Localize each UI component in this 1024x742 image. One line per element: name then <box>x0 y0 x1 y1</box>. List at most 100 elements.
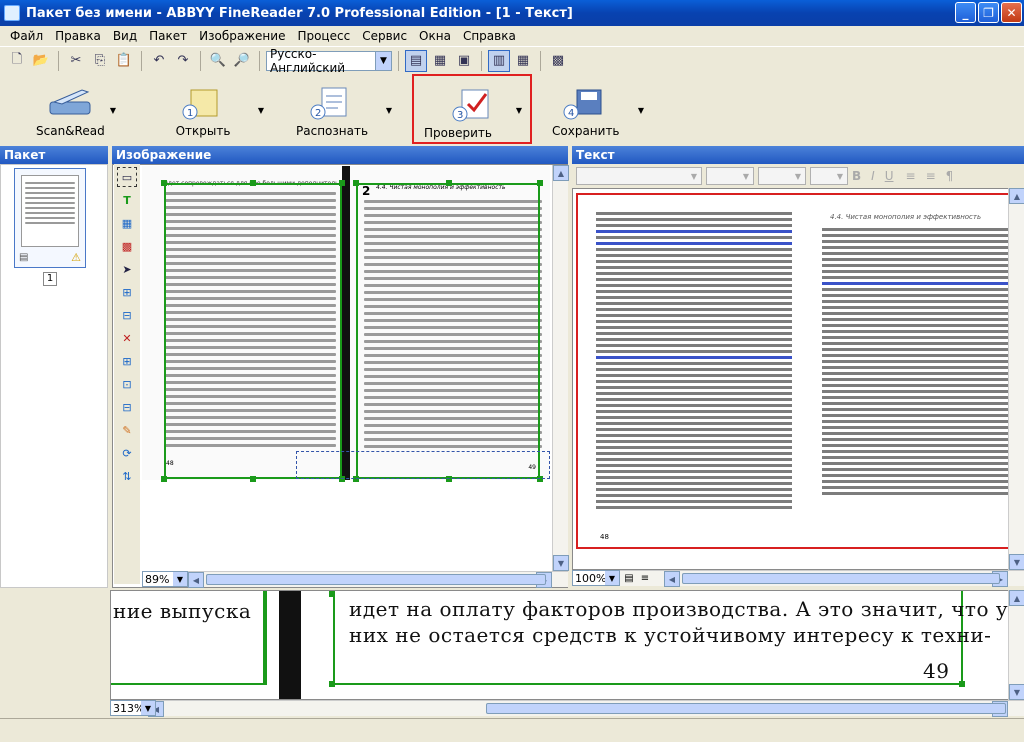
zoom-book-spine <box>279 591 301 699</box>
text-view-icon[interactable]: ≡ <box>638 570 652 586</box>
eraser-icon[interactable]: ✎ <box>117 420 137 440</box>
text-page-frame: 4.4. Чистая монополия и эффективность 48 <box>576 193 1018 549</box>
text-left-column[interactable] <box>596 209 792 512</box>
zoom-view-zoom-select[interactable]: 313% ▼ <box>110 700 156 716</box>
zoom-view-frame[interactable] <box>296 451 550 479</box>
open-folder-icon[interactable]: 📂 <box>30 50 52 72</box>
align-icon[interactable]: ≡ <box>906 169 916 183</box>
scan-read-button[interactable]: Scan&Read ▼ <box>36 78 116 144</box>
add-cells-icon[interactable]: ⊞ <box>117 351 137 371</box>
order-icon[interactable]: ⇅ <box>117 466 137 486</box>
menu-help[interactable]: Справка <box>457 29 522 43</box>
chevron-down-icon[interactable]: ▼ <box>386 106 392 115</box>
menu-process[interactable]: Процесс <box>291 29 356 43</box>
scroll-thumb[interactable] <box>486 703 1006 714</box>
menu-bar: Файл Правка Вид Пакет Изображение Процес… <box>0 26 1024 46</box>
maximize-button[interactable]: ❐ <box>978 2 999 23</box>
undo-icon[interactable]: ↶ <box>148 50 170 72</box>
menu-image[interactable]: Изображение <box>193 29 291 43</box>
text-zoom-select[interactable]: 100% ▼ <box>572 570 620 586</box>
scroll-down-icon[interactable]: ▼ <box>1009 684 1024 700</box>
table-area-icon[interactable]: ▦ <box>117 213 137 233</box>
style-select[interactable]: ▼ <box>576 167 702 185</box>
scroll-left-icon[interactable]: ◀ <box>188 572 204 588</box>
merge-cells-icon[interactable]: ⊡ <box>117 374 137 394</box>
select-area-icon[interactable]: ▭ <box>117 167 137 187</box>
scroll-up-icon[interactable]: ▲ <box>1009 590 1024 606</box>
open-button[interactable]: 1 Открыть ▼ <box>172 78 264 144</box>
delete-area-icon[interactable]: ✕ <box>117 328 137 348</box>
text-right-column[interactable] <box>822 225 1008 498</box>
scroll-up-icon[interactable]: ▲ <box>1009 188 1024 204</box>
scroll-down-icon[interactable]: ▼ <box>553 555 569 571</box>
new-icon[interactable]: 🗋 <box>6 50 28 72</box>
view-text-icon[interactable]: ▣ <box>453 50 475 72</box>
batch-pane-header: Пакет <box>0 146 108 164</box>
image-pane-header: Изображение <box>112 146 568 164</box>
check-button[interactable]: 3 Проверить ▼ <box>412 74 532 144</box>
page-layout-icon[interactable]: ▥ <box>488 49 510 72</box>
chevron-down-icon[interactable]: ▼ <box>258 106 264 115</box>
image-horizontal-scrollbar[interactable]: ◀ ▶ <box>142 571 568 588</box>
close-button[interactable]: ✕ <box>1001 2 1022 23</box>
menu-edit[interactable]: Правка <box>49 29 107 43</box>
align-center-icon[interactable]: ≡ <box>926 169 936 183</box>
language-select[interactable]: Русско-Английский ▼ <box>266 47 392 75</box>
zoom-horizontal-scrollbar[interactable]: ◀ ▶ <box>110 700 1024 717</box>
page-view-icon[interactable]: ▤ <box>622 570 636 586</box>
add-area-icon[interactable]: ⊞ <box>117 282 137 302</box>
table-icon[interactable]: ▦ <box>512 50 534 72</box>
minimize-button[interactable]: _ <box>955 2 976 23</box>
italic-icon[interactable]: I <box>871 169 875 183</box>
zoom-vertical-scrollbar[interactable]: ▲ ▼ <box>1008 590 1024 700</box>
picture-area-icon[interactable]: ▩ <box>117 236 137 256</box>
menu-view[interactable]: Вид <box>107 29 143 43</box>
chevron-down-icon: ▼ <box>141 701 155 715</box>
size-select[interactable]: ▼ <box>810 167 848 185</box>
rotate-icon[interactable]: ⟳ <box>117 443 137 463</box>
image-zoom-select[interactable]: 89% ▼ <box>142 571 188 587</box>
chevron-down-icon[interactable]: ▼ <box>110 106 116 115</box>
menu-windows[interactable]: Окна <box>413 29 457 43</box>
menu-tools[interactable]: Сервис <box>356 29 413 43</box>
options-icon[interactable]: ▩ <box>547 50 569 72</box>
cut-icon[interactable]: ✂ <box>65 50 87 72</box>
view-batch-icon[interactable]: ▤ <box>405 49 427 72</box>
image-vertical-scrollbar[interactable]: ▲ ▼ <box>552 165 569 571</box>
scroll-left-icon[interactable]: ◀ <box>664 571 680 587</box>
font-select[interactable]: ▼ <box>706 167 754 185</box>
zoom-out-icon[interactable]: 🔎 <box>231 50 253 72</box>
chevron-down-icon[interactable]: ▼ <box>516 106 522 115</box>
pilcrow-icon[interactable]: ¶ <box>946 169 954 183</box>
paste-icon[interactable]: 📋 <box>113 50 135 72</box>
split-cells-icon[interactable]: ⊟ <box>117 397 137 417</box>
check-label: Проверить <box>424 126 492 140</box>
menu-file[interactable]: Файл <box>4 29 49 43</box>
scroll-up-icon[interactable]: ▲ <box>553 165 569 181</box>
image-pane-title: Изображение <box>116 148 212 162</box>
scroll-thumb[interactable] <box>206 574 546 585</box>
main-toolbar: Scan&Read ▼ 1 Открыть ▼ 2 Распознать ▼ 3… <box>0 74 1024 146</box>
format-toolbar: ▼ ▼ ▼ ▼ B I U ≡ ≡ ¶ <box>572 164 1024 188</box>
font-size-select[interactable]: ▼ <box>758 167 806 185</box>
text-vertical-scrollbar[interactable]: ▲ ▼ <box>1008 188 1024 570</box>
menu-batch[interactable]: Пакет <box>143 29 193 43</box>
zoom-text-line-1: идет на оплату факторов производства. А … <box>349 597 1009 621</box>
view-image-icon[interactable]: ▦ <box>429 50 451 72</box>
text-area-icon[interactable]: T <box>117 190 137 210</box>
recognize-button[interactable]: 2 Распознать ▼ <box>296 78 392 144</box>
pointer-icon[interactable]: ➤ <box>117 259 137 279</box>
text-area-block-right[interactable] <box>356 183 540 479</box>
redo-icon[interactable]: ↷ <box>172 50 194 72</box>
zoom-in-icon[interactable]: 🔍 <box>207 50 229 72</box>
page-thumbnail[interactable]: ▤ ⚠ <box>14 168 86 268</box>
underline-icon[interactable]: U <box>885 169 894 183</box>
scroll-down-icon[interactable]: ▼ <box>1009 554 1024 570</box>
chevron-down-icon[interactable]: ▼ <box>638 106 644 115</box>
bold-icon[interactable]: B <box>852 169 861 183</box>
text-area-block-left[interactable] <box>164 183 342 479</box>
save-button[interactable]: 4 Сохранить ▼ <box>552 78 644 144</box>
scroll-thumb[interactable] <box>682 573 1000 584</box>
copy-icon[interactable]: ⎘ <box>89 50 111 72</box>
cut-area-icon[interactable]: ⊟ <box>117 305 137 325</box>
